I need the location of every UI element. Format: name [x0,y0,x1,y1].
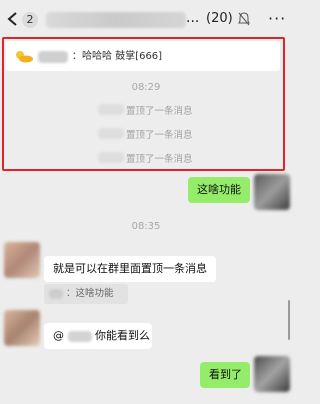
timestamp: 08:29 [131,82,161,93]
avatar[interactable] [4,242,40,278]
chat-title-blurred [46,12,186,28]
mention-name-blurred [67,330,92,342]
sun-cloud-icon [16,51,33,63]
system-sender-blurred [98,128,124,139]
pinned-sender-blurred [38,51,68,63]
mention-at: @ [53,329,64,342]
scrollbar[interactable] [288,300,290,340]
quoted-sender-blurred [49,289,63,299]
more-options-icon[interactable]: ··· [268,9,286,28]
avatar[interactable] [4,310,40,346]
unread-badge: 2 [22,12,38,28]
message-bubble[interactable]: 看到了 [200,362,250,388]
system-message: 置顶了一条消息 [126,154,193,165]
back-arrow-icon[interactable] [6,11,20,27]
message-bubble[interactable]: 就是可以在群里面置顶一条消息 [44,256,216,282]
timestamp: 08:35 [131,221,161,232]
chat-title-ellipsis: ... [186,10,200,26]
message-bubble[interactable]: 这啥功能 [188,177,250,203]
member-count: (20) [206,11,233,26]
system-message: 置顶了一条消息 [126,106,193,117]
quoted-text: ：这啥功能 [66,288,114,299]
avatar[interactable] [254,174,290,210]
avatar[interactable] [254,356,290,392]
message-text: 你能看到么 [95,329,150,342]
mute-bell-icon [238,12,250,26]
system-sender-blurred [98,152,124,163]
quoted-message[interactable]: ：这啥功能 [44,284,128,304]
message-bubble[interactable]: @ 你能看到么 [44,323,152,349]
system-sender-blurred [98,104,124,115]
system-message: 置顶了一条消息 [126,130,193,141]
pinned-message-text: ：哈哈哈 鼓掌[666] [72,51,163,62]
